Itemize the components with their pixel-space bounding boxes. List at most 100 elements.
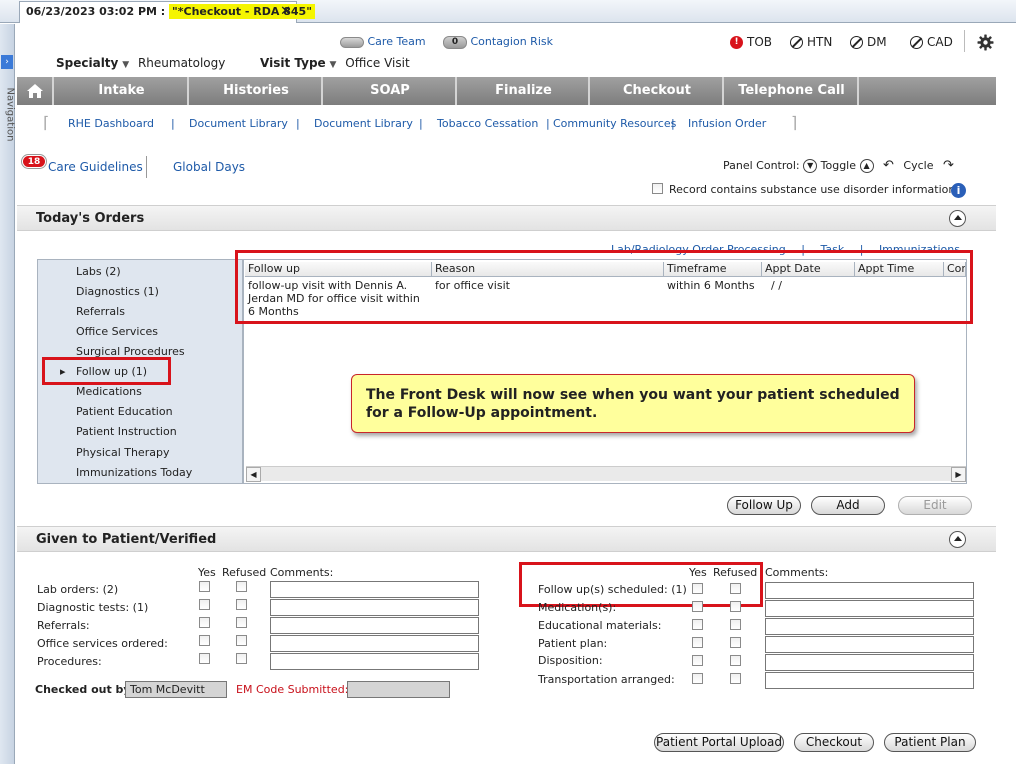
edit-button[interactable]: Edit xyxy=(898,496,972,515)
indicator-tob-label: TOB xyxy=(747,35,773,49)
indicator-cad[interactable]: CAD xyxy=(910,35,953,49)
highlight-follow-up-item xyxy=(42,357,171,385)
link-community-resources[interactable]: Community Resources xyxy=(553,117,676,130)
home-icon[interactable] xyxy=(17,77,54,105)
lab-orders-refused-checkbox[interactable] xyxy=(236,581,247,592)
disposition-comment-field[interactable] xyxy=(765,654,974,671)
cycle-back-icon[interactable]: ↶ xyxy=(883,158,894,173)
navigation-strip[interactable]: › Navigation xyxy=(0,24,16,764)
procedures-refused-checkbox[interactable] xyxy=(236,653,247,664)
educational-comment-field[interactable] xyxy=(765,618,974,635)
tab-datetime: 06/23/2023 03:02 PM : xyxy=(26,5,166,18)
expand-navigation-icon[interactable]: › xyxy=(1,55,13,69)
patient-plan-refused-checkbox[interactable] xyxy=(730,637,741,648)
no-symbol-icon xyxy=(910,35,923,49)
divider: | xyxy=(546,117,550,130)
patient-portal-upload-button[interactable]: Patient Portal Upload xyxy=(654,733,784,752)
cycle-forward-icon[interactable]: ↷ xyxy=(943,158,954,173)
scroll-right-icon[interactable]: ▶ xyxy=(951,467,966,482)
horizontal-scrollbar[interactable]: ◀ ▶ xyxy=(246,466,966,482)
diagnostic-comment-field[interactable] xyxy=(270,599,479,616)
link-document-library[interactable]: Document Library xyxy=(189,117,288,130)
medications-yes-checkbox[interactable] xyxy=(692,601,703,612)
specialty-value: Rheumatology xyxy=(137,56,226,70)
link-document-library-2[interactable]: Document Library xyxy=(314,117,413,130)
indicator-htn[interactable]: HTN xyxy=(790,35,832,49)
checked-out-by-field: Tom McDevitt xyxy=(125,681,227,698)
tab-intake[interactable]: Intake xyxy=(56,77,189,105)
office-services-yes-checkbox[interactable] xyxy=(199,635,210,646)
checkout-button[interactable]: Checkout xyxy=(794,733,874,752)
checkout-document-tab[interactable]: 06/23/2023 03:02 PM : "*Checkout - RDA 8… xyxy=(19,1,315,23)
specialty-field[interactable]: Specialty ▼ Rheumatology xyxy=(56,56,225,70)
list-item[interactable]: Patient Education xyxy=(76,405,173,418)
list-item[interactable]: Immunizations Today xyxy=(76,466,192,479)
visit-type-value: Office Visit xyxy=(345,56,410,70)
follow-up-yes-checkbox[interactable] xyxy=(692,583,703,594)
settings-gear-icon[interactable] xyxy=(977,34,994,51)
care-guidelines-link[interactable]: Care Guidelines xyxy=(48,160,143,174)
toggle-label[interactable]: Toggle xyxy=(821,159,856,172)
patient-plan-button[interactable]: Patient Plan xyxy=(884,733,976,752)
info-icon[interactable]: i xyxy=(951,183,966,198)
care-team-control[interactable]: Care Team xyxy=(340,35,426,48)
procedures-yes-checkbox[interactable] xyxy=(199,653,210,664)
lab-orders-comment-field[interactable] xyxy=(270,581,479,598)
link-rhe-dashboard[interactable]: RHE Dashboard xyxy=(68,117,154,130)
transportation-comment-field[interactable] xyxy=(765,672,974,689)
tab-soap[interactable]: SOAP xyxy=(325,77,457,105)
list-item[interactable]: Patient Instruction xyxy=(76,425,177,438)
transportation-yes-checkbox[interactable] xyxy=(692,673,703,684)
indicator-tob[interactable]: ! TOB xyxy=(730,35,772,49)
toggle-down-icon[interactable]: ▼ xyxy=(803,159,818,173)
substance-use-checkbox[interactable] xyxy=(652,183,663,194)
medications-refused-checkbox[interactable] xyxy=(730,601,741,612)
list-item[interactable]: Referrals xyxy=(76,305,125,318)
care-team-link[interactable]: Care Team xyxy=(368,35,426,48)
cycle-label[interactable]: Cycle xyxy=(903,159,933,172)
tab-telephone-call[interactable]: Telephone Call xyxy=(726,77,859,105)
list-item[interactable]: Office Services xyxy=(76,325,158,338)
office-services-refused-checkbox[interactable] xyxy=(236,635,247,646)
referrals-yes-checkbox[interactable] xyxy=(199,617,210,628)
tab-histories[interactable]: Histories xyxy=(191,77,323,105)
list-item[interactable]: Physical Therapy xyxy=(76,446,169,459)
referrals-comment-field[interactable] xyxy=(270,617,479,634)
procedures-comment-field[interactable] xyxy=(270,653,479,670)
medications-comment-field[interactable] xyxy=(765,600,974,617)
diagnostic-refused-checkbox[interactable] xyxy=(236,599,247,610)
contagion-risk-link[interactable]: Contagion Risk xyxy=(471,35,553,48)
collapse-icon[interactable] xyxy=(949,531,966,548)
transportation-refused-checkbox[interactable] xyxy=(730,673,741,684)
follow-up-button[interactable]: Follow Up xyxy=(727,496,801,515)
add-button[interactable]: Add xyxy=(811,496,885,515)
patient-plan-comment-field[interactable] xyxy=(765,636,974,653)
navigation-label: Navigation xyxy=(4,87,16,142)
lab-orders-yes-checkbox[interactable] xyxy=(199,581,210,592)
close-tab-icon[interactable]: ✕ xyxy=(280,4,291,19)
educational-yes-checkbox[interactable] xyxy=(692,619,703,630)
collapse-icon[interactable] xyxy=(949,210,966,227)
patient-plan-yes-checkbox[interactable] xyxy=(692,637,703,648)
diagnostic-yes-checkbox[interactable] xyxy=(199,599,210,610)
list-item[interactable]: Labs (2) xyxy=(76,265,121,278)
link-infusion-order[interactable]: Infusion Order xyxy=(688,117,766,130)
office-services-comment-field[interactable] xyxy=(270,635,479,652)
indicator-dm[interactable]: DM xyxy=(850,35,887,49)
educational-refused-checkbox[interactable] xyxy=(730,619,741,630)
global-days-link[interactable]: Global Days xyxy=(173,160,245,174)
list-item[interactable]: Medications xyxy=(76,385,142,398)
toggle-up-icon[interactable]: ▲ xyxy=(859,159,874,173)
disposition-refused-checkbox[interactable] xyxy=(730,655,741,666)
referrals-refused-checkbox[interactable] xyxy=(236,617,247,628)
disposition-yes-checkbox[interactable] xyxy=(692,655,703,666)
scroll-left-icon[interactable]: ◀ xyxy=(246,467,261,482)
visit-type-field[interactable]: Visit Type ▼ Office Visit xyxy=(260,56,410,70)
tab-checkout[interactable]: Checkout xyxy=(592,77,724,105)
tab-finalize[interactable]: Finalize xyxy=(459,77,590,105)
follow-up-comment-field[interactable] xyxy=(765,582,974,599)
list-item[interactable]: Diagnostics (1) xyxy=(76,285,159,298)
link-tobacco-cessation[interactable]: Tobacco Cessation xyxy=(437,117,538,130)
follow-up-refused-checkbox[interactable] xyxy=(730,583,741,594)
contagion-risk-control[interactable]: 0 Contagion Risk xyxy=(443,35,553,49)
